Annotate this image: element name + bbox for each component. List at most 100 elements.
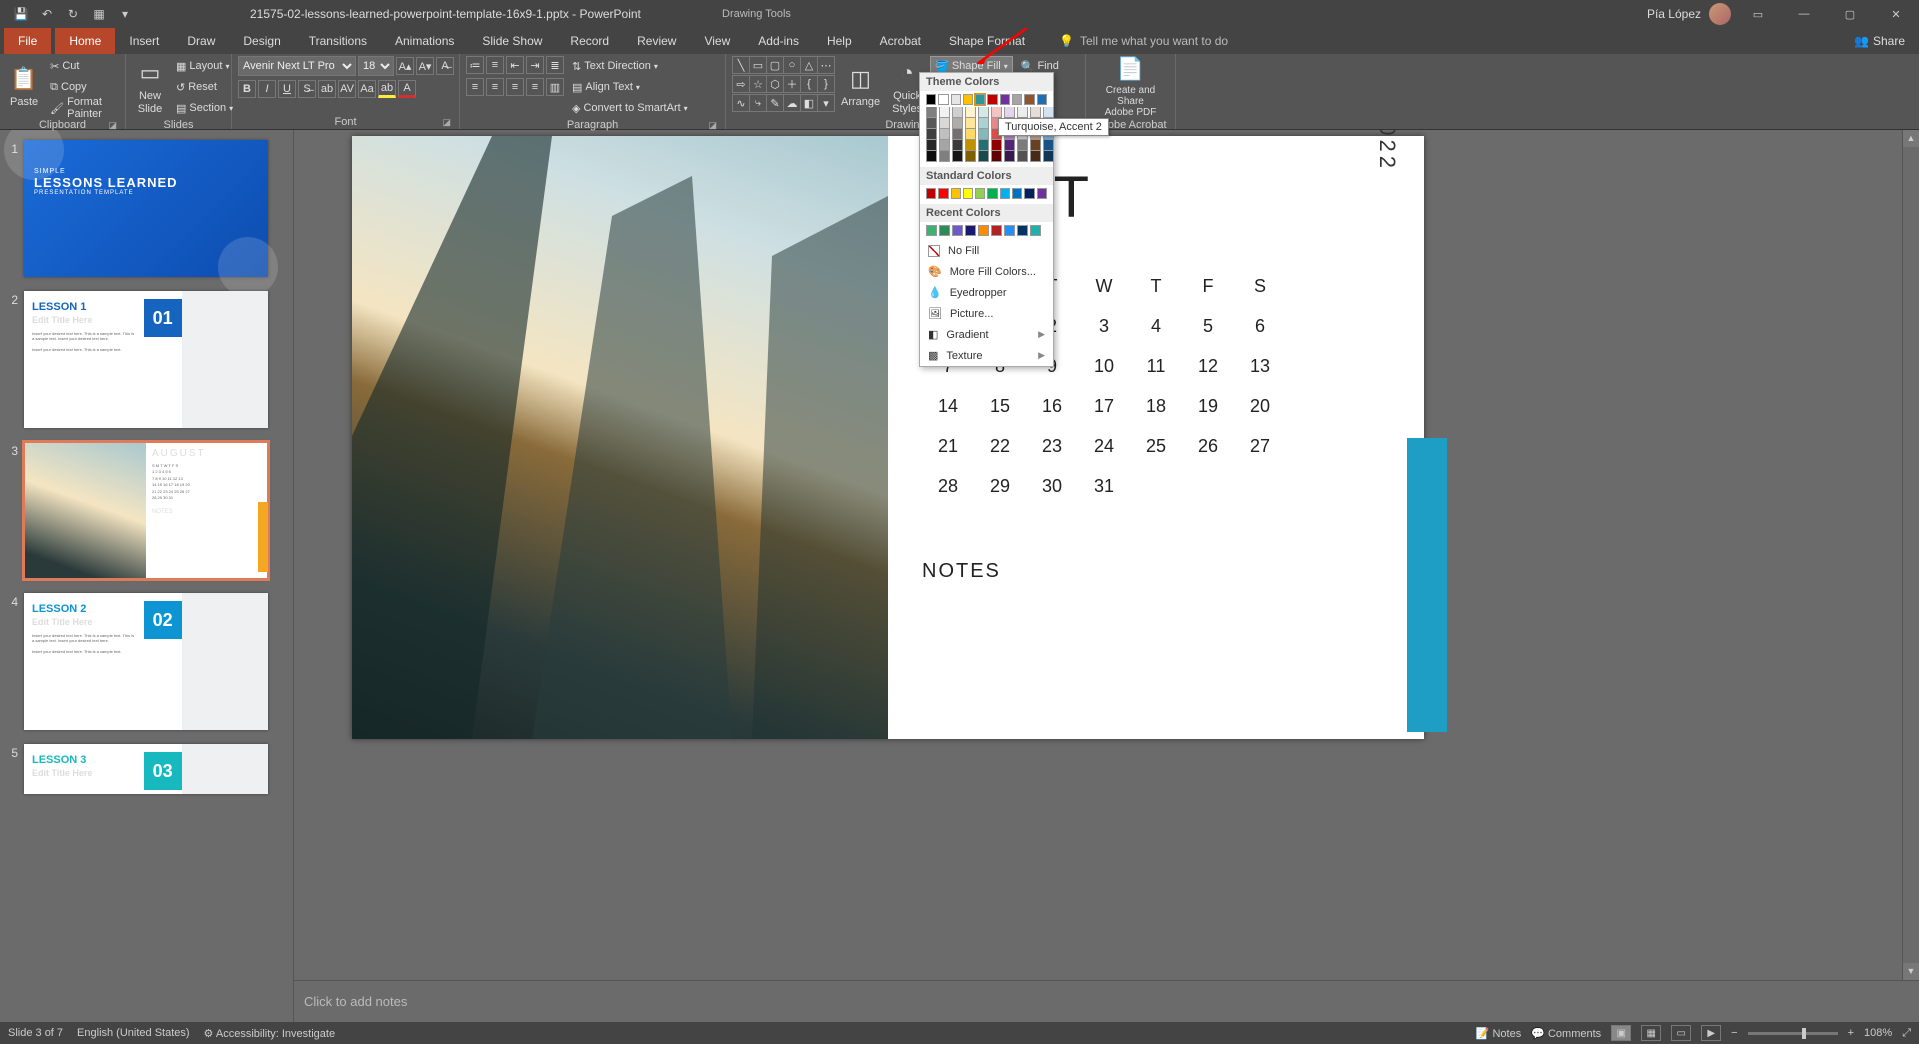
- canvas-area[interactable]: 2022 GUST TWTFS 123456 78910111213 14151…: [294, 130, 1919, 980]
- slide-canvas[interactable]: 2022 GUST TWTFS 123456 78910111213 14151…: [352, 136, 1424, 739]
- color-swatch[interactable]: [1030, 140, 1041, 151]
- color-swatch[interactable]: [951, 94, 961, 105]
- color-swatch[interactable]: [978, 140, 989, 151]
- color-swatch[interactable]: [975, 188, 985, 199]
- bullets-button[interactable]: ≔: [466, 56, 484, 74]
- italic-button[interactable]: I: [258, 80, 276, 98]
- scroll-down-icon[interactable]: ▼: [1903, 963, 1919, 980]
- color-swatch[interactable]: [978, 129, 989, 140]
- color-swatch[interactable]: [978, 151, 989, 162]
- layout-button[interactable]: ▦Layout▾: [172, 56, 237, 76]
- start-from-beginning-icon[interactable]: ▦: [88, 3, 110, 25]
- color-swatch[interactable]: [965, 140, 976, 151]
- reset-button[interactable]: ↺Reset: [172, 77, 237, 97]
- slide-counter[interactable]: Slide 3 of 7: [8, 1027, 63, 1039]
- cut-button[interactable]: ✂Cut: [46, 56, 119, 76]
- change-case-button[interactable]: Aa: [358, 80, 376, 98]
- close-button[interactable]: ✕: [1877, 0, 1915, 28]
- section-button[interactable]: ▤Section▾: [172, 98, 237, 118]
- shapes-gallery[interactable]: ╲▭▢○△⋯ ⇨☆⬡＋{} ∿⤷✎☁◧▾: [732, 56, 833, 112]
- shape-arrow-icon[interactable]: ⇨: [732, 75, 750, 93]
- redo-icon[interactable]: ↻: [62, 3, 84, 25]
- notes-pane[interactable]: Click to add notes: [294, 980, 1919, 1022]
- color-swatch[interactable]: [939, 118, 950, 129]
- tab-transitions[interactable]: Transitions: [295, 28, 381, 54]
- decrease-indent-button[interactable]: ⇤: [506, 56, 524, 74]
- fit-to-window-button[interactable]: ⤢: [1902, 1027, 1911, 1040]
- tab-addins[interactable]: Add-ins: [744, 28, 813, 54]
- shapes-expand-icon[interactable]: ▾: [817, 94, 835, 112]
- text-direction-button[interactable]: ⇅Text Direction▾: [568, 56, 692, 76]
- comments-toggle[interactable]: 💬 Comments: [1531, 1027, 1601, 1040]
- color-swatch[interactable]: [963, 94, 973, 105]
- color-swatch[interactable]: [1030, 225, 1041, 236]
- paste-button[interactable]: 📋 Paste: [6, 56, 42, 118]
- color-swatch[interactable]: [1037, 94, 1047, 105]
- color-swatch[interactable]: [1043, 140, 1054, 151]
- save-icon[interactable]: 💾: [10, 3, 32, 25]
- color-swatch[interactable]: [939, 129, 950, 140]
- color-swatch[interactable]: [1017, 107, 1028, 118]
- color-swatch[interactable]: [987, 94, 997, 105]
- texture-item[interactable]: ▩Texture▶: [920, 345, 1053, 366]
- color-swatch[interactable]: [1030, 151, 1041, 162]
- shape-plus-icon[interactable]: ＋: [783, 75, 801, 93]
- color-swatch[interactable]: [987, 188, 997, 199]
- align-left-button[interactable]: ≡: [466, 78, 484, 96]
- font-launcher-icon[interactable]: ◪: [442, 117, 451, 128]
- shape-triangle-icon[interactable]: △: [800, 56, 818, 74]
- align-right-button[interactable]: ≡: [506, 78, 524, 96]
- underline-button[interactable]: U: [278, 80, 296, 98]
- shadow-button[interactable]: ab: [318, 80, 336, 98]
- color-swatch[interactable]: [938, 94, 948, 105]
- color-swatch[interactable]: [939, 151, 950, 162]
- tab-view[interactable]: View: [690, 28, 744, 54]
- color-swatch[interactable]: [951, 188, 961, 199]
- color-swatch[interactable]: [1037, 188, 1047, 199]
- tell-me-search[interactable]: 💡 Tell me what you want to do: [1039, 28, 1228, 54]
- increase-indent-button[interactable]: ⇥: [526, 56, 544, 74]
- color-swatch[interactable]: [963, 188, 973, 199]
- color-swatch[interactable]: [1043, 107, 1054, 118]
- new-slide-button[interactable]: ▭ New Slide: [132, 56, 168, 118]
- align-text-button[interactable]: ▤Align Text▾: [568, 77, 692, 97]
- ribbon-options-icon[interactable]: ▭: [1739, 0, 1777, 28]
- zoom-slider[interactable]: [1748, 1032, 1838, 1035]
- gradient-item[interactable]: ◧Gradient▶: [920, 324, 1053, 345]
- accessibility-status[interactable]: ⚙ Accessibility: Investigate: [204, 1027, 336, 1040]
- color-swatch[interactable]: [926, 94, 936, 105]
- color-swatch[interactable]: [952, 140, 963, 151]
- color-swatch[interactable]: [939, 107, 950, 118]
- tab-acrobat[interactable]: Acrobat: [866, 28, 935, 54]
- shape-freeform-icon[interactable]: ✎: [766, 94, 784, 112]
- color-swatch[interactable]: [952, 129, 963, 140]
- share-button[interactable]: Share: [1873, 34, 1905, 48]
- color-swatch[interactable]: [1024, 188, 1034, 199]
- slide-thumbnails-panel[interactable]: 1 SIMPLE LESSONS LEARNED PRESENTATION TE…: [0, 130, 294, 1022]
- color-swatch[interactable]: [1017, 151, 1028, 162]
- picture-fill-item[interactable]: 🖼Picture...: [920, 303, 1053, 324]
- color-swatch[interactable]: [952, 118, 963, 129]
- slide-thumbnail-4[interactable]: LESSON 2Edit Title HereInsert your desir…: [24, 593, 268, 730]
- language-indicator[interactable]: English (United States): [77, 1027, 190, 1039]
- vertical-scrollbar[interactable]: ▲▼: [1902, 130, 1919, 980]
- slide-thumbnail-2[interactable]: LESSON 1Edit Title HereInsert your desir…: [24, 291, 268, 428]
- line-spacing-button[interactable]: ≣: [546, 56, 564, 74]
- color-swatch[interactable]: [978, 225, 989, 236]
- color-swatch[interactable]: [1024, 94, 1034, 105]
- char-spacing-button[interactable]: AV: [338, 80, 356, 98]
- color-swatch[interactable]: [1000, 94, 1010, 105]
- color-swatch[interactable]: [1004, 140, 1015, 151]
- color-swatch[interactable]: [926, 151, 937, 162]
- create-share-pdf-button[interactable]: 📄Create and Share Adobe PDF: [1092, 56, 1169, 118]
- tab-animations[interactable]: Animations: [381, 28, 468, 54]
- color-swatch[interactable]: [926, 188, 936, 199]
- font-name-select[interactable]: Avenir Next LT Pro: [238, 56, 356, 76]
- normal-view-button[interactable]: ▣: [1611, 1025, 1631, 1041]
- shrink-font-button[interactable]: A▾: [416, 57, 434, 75]
- clipboard-launcher-icon[interactable]: ◪: [108, 120, 117, 131]
- numbering-button[interactable]: ≡: [486, 56, 504, 74]
- shape-cloud-icon[interactable]: ☁: [783, 94, 801, 112]
- tab-design[interactable]: Design: [229, 28, 294, 54]
- highlight-button[interactable]: ab: [378, 80, 396, 98]
